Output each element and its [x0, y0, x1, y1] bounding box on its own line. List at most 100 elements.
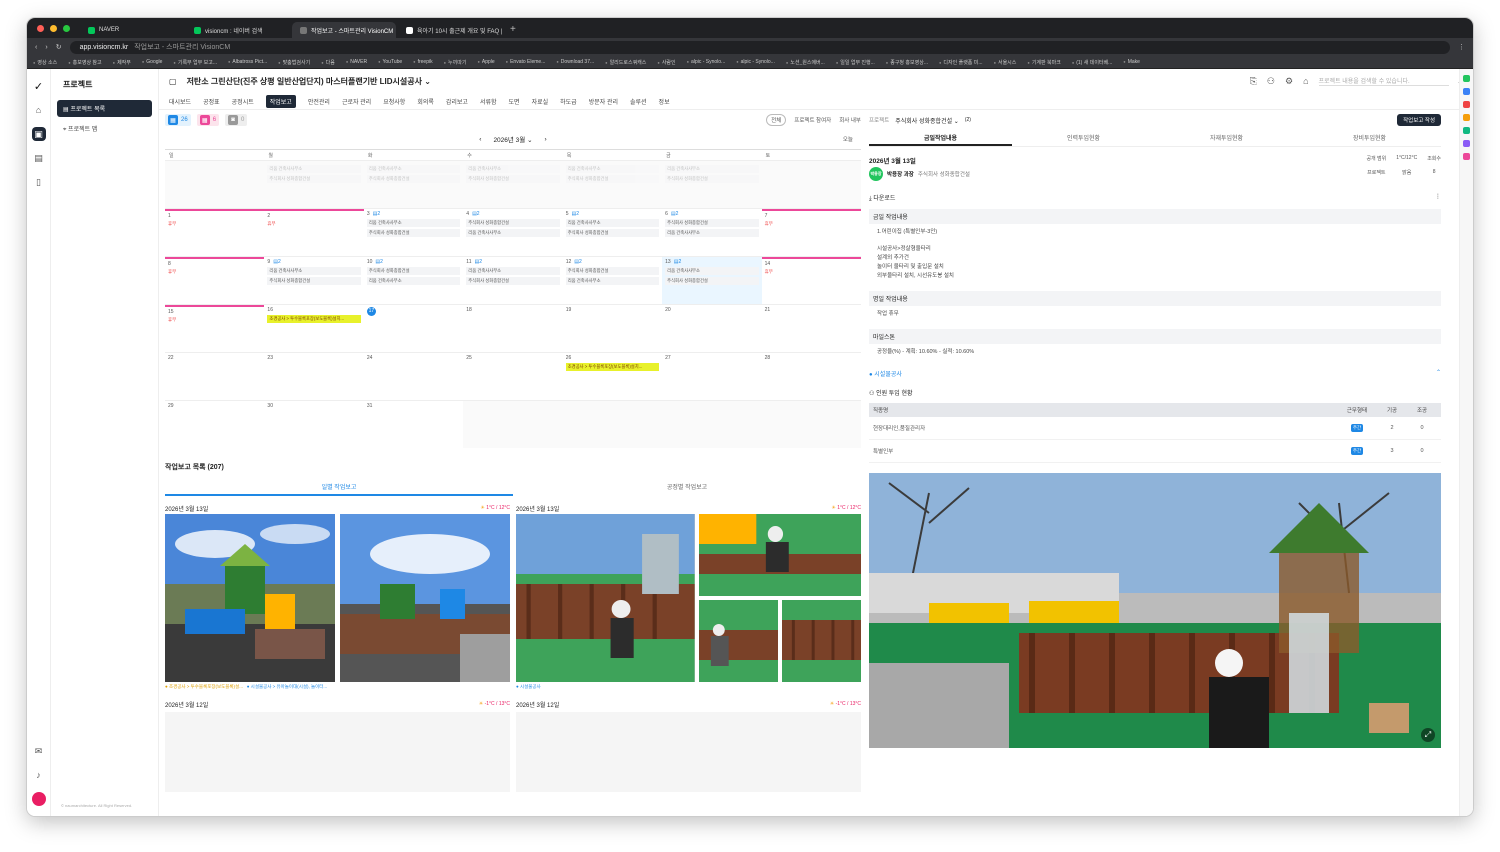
- calendar-day[interactable]: 리움 건축사사무소 주식회사 성화종합건설: [562, 161, 663, 208]
- calendar-day[interactable]: [761, 161, 861, 208]
- home-lock-icon[interactable]: ⌂: [1303, 76, 1308, 87]
- calendar-day[interactable]: [662, 401, 762, 448]
- menu-item[interactable]: 작업보고: [265, 94, 296, 108]
- view-participants-toggle[interactable]: 프로젝트 참여자: [794, 116, 831, 124]
- calendar-event[interactable]: 조경공사 > 투수블록포장(보도블록)설치...: [565, 363, 660, 371]
- calendar-day[interactable]: [165, 161, 265, 208]
- report-photo[interactable]: [516, 514, 695, 682]
- report-photo[interactable]: [781, 600, 861, 682]
- forward-icon[interactable]: ›: [45, 44, 47, 51]
- calendar-event[interactable]: 리움 건축사사무소: [466, 267, 560, 275]
- bookmark-item[interactable]: 서울시스: [994, 59, 1016, 66]
- calendar-day[interactable]: 4 ▤2 주식회사 성화종합건설 리움 건축사사무소: [463, 209, 562, 256]
- browser-tab-active[interactable]: 작업보고 - 스마트관리 VisionCM: [292, 22, 396, 38]
- calendar-event[interactable]: 리움 건축사사무소: [366, 219, 461, 227]
- tab-daily-report[interactable]: 일별 작업보고: [165, 482, 513, 496]
- menu-item[interactable]: 하도급: [560, 97, 577, 106]
- calendar-day[interactable]: 9 ▤2 리움 건축사사무소 주식회사 성화종합건설: [264, 257, 363, 304]
- report-photo[interactable]: [698, 600, 778, 682]
- org-chart-icon[interactable]: ⎘: [1250, 76, 1257, 87]
- calendar-event[interactable]: 리움 건축사사무소: [267, 267, 361, 275]
- bookmark-item[interactable]: 기록부 업무 보고...: [173, 59, 217, 66]
- bookmark-item[interactable]: Google: [142, 59, 162, 65]
- menu-item[interactable]: 근로자 관리: [342, 97, 371, 106]
- calendar-event[interactable]: 리움 건축사사무소: [466, 229, 560, 237]
- calendar-day[interactable]: 12 ▤2 주식회사 성화종합건설 리움 건축사사무소: [563, 257, 662, 304]
- calendar-day[interactable]: 2 휴무: [264, 209, 364, 256]
- menu-item[interactable]: 솔루션: [630, 97, 647, 106]
- extension-icon[interactable]: [1463, 101, 1470, 108]
- bookmark-item[interactable]: alpic - Synolo...: [687, 59, 725, 65]
- bookmark-item[interactable]: 제작부: [113, 59, 131, 66]
- extension-icon[interactable]: [1463, 75, 1470, 82]
- calendar-day[interactable]: 29: [165, 401, 264, 448]
- prev-month-icon[interactable]: ‹: [479, 136, 481, 143]
- calendar-event[interactable]: 리움 건축사사무소: [366, 277, 461, 285]
- calendar-day[interactable]: 23: [264, 353, 363, 400]
- calendar-event[interactable]: 리움 건축사사무소: [366, 165, 461, 173]
- calendar-event[interactable]: 리움 건축사사무소: [665, 267, 759, 275]
- settings-icon[interactable]: ⚙: [1285, 76, 1293, 87]
- calendar-event[interactable]: 리움 건축사사무소: [665, 229, 759, 237]
- calendar-day[interactable]: 리움 건축사사무소 주식회사 성화종합건설: [264, 161, 364, 208]
- calendar-event[interactable]: 주식회사 성화종합건설: [665, 277, 759, 285]
- calendar-event[interactable]: 주식회사 성화종합건설: [366, 229, 461, 237]
- calendar-event[interactable]: 주식회사 성화종합건설: [466, 175, 560, 183]
- bookmark-item[interactable]: 영상 소스: [33, 59, 57, 66]
- calendar-event[interactable]: 리움 건축사사무소: [267, 165, 361, 173]
- extension-icon[interactable]: [1463, 114, 1470, 121]
- calendar-day[interactable]: 5 ▤2 리움 건축사사무소 주식회사 성화종합건설: [563, 209, 662, 256]
- calendar-day[interactable]: 17: [364, 305, 463, 352]
- zoom-window-button[interactable]: [63, 25, 70, 32]
- tab-today-work[interactable]: 금일작업내용: [869, 133, 1012, 146]
- sidebar-item-project-list[interactable]: ▤ 프로젝트 목록: [57, 100, 152, 117]
- filter-report-chip[interactable]: ▦ 26: [165, 114, 191, 126]
- calendar-day[interactable]: 31: [364, 401, 463, 448]
- extension-icon[interactable]: [1463, 153, 1470, 160]
- expand-icon[interactable]: ⤢: [1421, 728, 1435, 742]
- menu-item[interactable]: 대시보드: [169, 97, 191, 106]
- calendar-event[interactable]: 주식회사 성화종합건설: [466, 277, 560, 285]
- search-input[interactable]: 프로젝트 내용을 검색할 수 있습니다.: [1318, 76, 1449, 86]
- filter-holiday-chip[interactable]: ▦ 6: [196, 114, 220, 126]
- calendar-day[interactable]: 28: [762, 353, 861, 400]
- menu-item[interactable]: 자료실: [532, 97, 549, 106]
- browser-tab[interactable]: visioncm : 네이버 검색: [186, 22, 290, 38]
- bookmark-item[interactable]: Albatross Pict...: [228, 59, 267, 65]
- menu-item[interactable]: 공정시트: [232, 97, 254, 106]
- home-icon[interactable]: ⌂: [32, 103, 46, 117]
- panel-toggle-icon[interactable]: ▢: [169, 77, 177, 86]
- calendar-day[interactable]: 26 조경공사 > 투수블록포장(보도블록)설치...: [563, 353, 662, 400]
- avatar[interactable]: [31, 792, 46, 806]
- bookmark-item[interactable]: (1) 새 데이터베...: [1072, 59, 1112, 66]
- archive-icon[interactable]: ▤: [32, 151, 46, 165]
- calendar-event[interactable]: 주식회사 성화종합건설: [565, 267, 660, 275]
- write-report-button[interactable]: 작업보고 작성: [1397, 114, 1441, 126]
- document-icon[interactable]: ▯: [32, 175, 46, 189]
- menu-item[interactable]: 서류함: [480, 97, 497, 106]
- calendar-day[interactable]: [562, 401, 663, 448]
- report-photo-large[interactable]: ⤢: [869, 473, 1441, 748]
- new-tab-button[interactable]: +: [504, 24, 522, 38]
- calendar-day[interactable]: [761, 401, 861, 448]
- extension-icon[interactable]: [1463, 88, 1470, 95]
- logo-check-icon[interactable]: ✓: [32, 79, 46, 93]
- bookmark-item[interactable]: 일일 업무 진행...: [836, 59, 875, 66]
- calendar-day[interactable]: 15 휴무: [165, 305, 265, 352]
- bookmark-item[interactable]: Envato Eleme...: [506, 59, 545, 65]
- report-photo[interactable]: [698, 514, 861, 596]
- calendar-event[interactable]: 주식회사 성화종합건설: [366, 175, 461, 183]
- people-icon[interactable]: ⚇: [1267, 76, 1275, 87]
- bookmark-item[interactable]: freepik: [413, 59, 433, 65]
- calendar-event[interactable]: 주식회사 성화종합건설: [665, 219, 759, 227]
- reload-icon[interactable]: ↻: [56, 43, 62, 51]
- calendar-day[interactable]: 24: [364, 353, 463, 400]
- menu-item[interactable]: 안전관리: [308, 97, 330, 106]
- tab-manpower[interactable]: 인력투입현황: [1012, 133, 1155, 146]
- calendar-event[interactable]: 주식회사 성화종합건설: [665, 175, 759, 183]
- menu-item[interactable]: 정보: [659, 97, 670, 106]
- calendar-day[interactable]: 3 ▤2 리움 건축사사무소 주식회사 성화종합건설: [364, 209, 463, 256]
- calendar-event[interactable]: 주식회사 성화종합건설: [565, 229, 660, 237]
- bookmark-item[interactable]: Download 37...: [556, 59, 594, 65]
- calendar-event[interactable]: 조경공사 > 투수블록포장(보도블록)설치...: [267, 315, 361, 323]
